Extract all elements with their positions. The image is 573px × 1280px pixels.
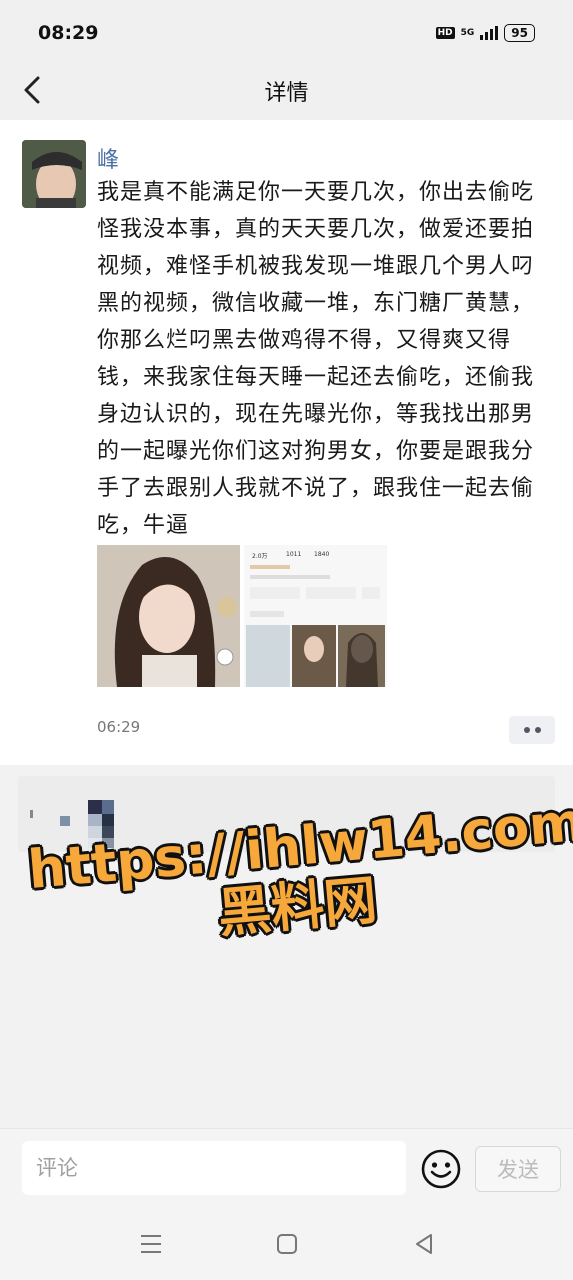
post-timestamp: 06:29 [97,718,141,736]
back-triangle-icon [416,1234,432,1254]
top-nav-bar: 详情 [0,64,573,120]
hd-badge: HD [435,27,455,39]
system-back-button[interactable] [410,1230,438,1258]
portrait-photo [97,545,240,687]
image-stat-2: 1011 [286,551,302,558]
emoji-smile-icon [421,1149,461,1189]
battery-indicator: 95 [504,24,535,42]
menu-lines-icon [141,1235,161,1253]
menu-button[interactable] [137,1230,165,1258]
image-stat-3: 1840 [314,551,330,558]
status-time: 08:29 [38,22,99,44]
status-bar: 08:29 HD 5G 95 [0,0,573,64]
image-stat-1: 2.0万 [252,553,268,560]
more-dots-icon [523,727,530,733]
network-label: 5G [460,27,475,38]
post-images: 2.0万 1011 1840 [97,545,387,687]
status-icons: HD 5G 95 [435,24,535,42]
author-name[interactable]: 峰 [97,142,119,174]
send-button[interactable]: 发送 [475,1146,561,1192]
avatar-photo [22,140,86,208]
post-image-2[interactable]: 2.0万 1011 1840 [244,545,387,687]
post-image-1[interactable] [97,545,240,687]
post-text: 我是真不能满足你一天要几次，你出去偷吃怪我没本事，真的天天要几次，做爱还要拍视频… [97,180,535,538]
emoji-button[interactable] [420,1148,462,1190]
signal-icon [480,26,499,40]
page-title: 详情 [264,81,309,106]
profile-screenshot [246,565,385,687]
home-square-icon [277,1234,297,1254]
system-nav-bar [0,1208,573,1280]
home-button[interactable] [273,1230,301,1258]
avatar[interactable] [22,140,86,208]
comment-input[interactable] [22,1141,406,1195]
more-button[interactable] [509,716,555,744]
